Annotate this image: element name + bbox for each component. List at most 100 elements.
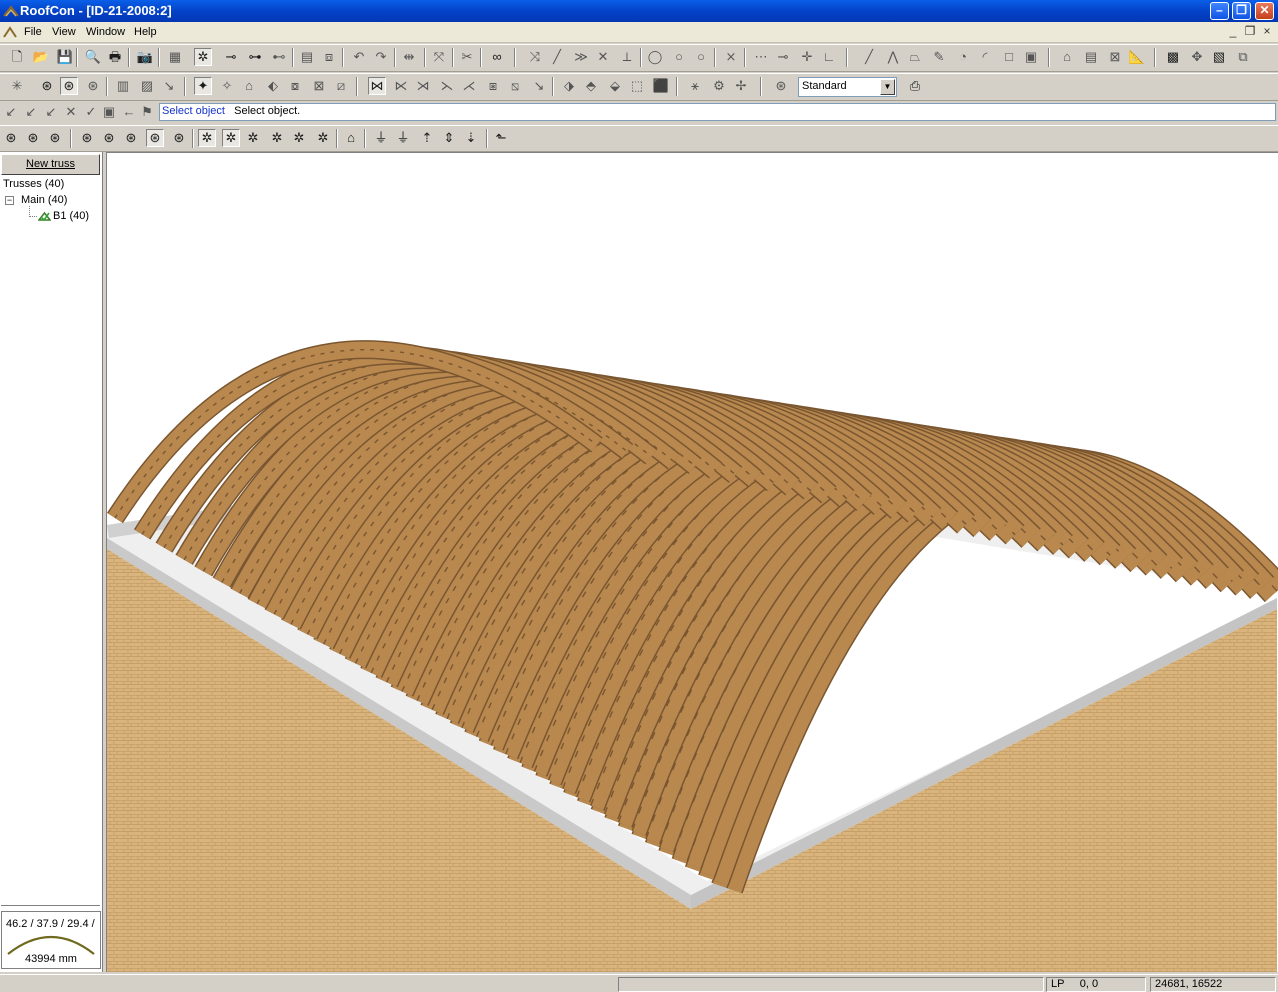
cmd-back-icon[interactable]: ← <box>120 103 138 121</box>
tree-group-main[interactable]: Main (40) <box>21 194 67 206</box>
member-move-icon[interactable]: ⋌ <box>460 77 478 95</box>
dropdown-arrow-icon[interactable]: ▼ <box>880 79 895 95</box>
view-front-icon[interactable]: ⊛ <box>2 129 20 147</box>
delete-member-icon[interactable]: ⨯ <box>722 48 740 66</box>
view-style-select[interactable]: Standard ▼ <box>798 77 897 97</box>
roof-truss-3d-scene[interactable] <box>107 153 1278 972</box>
plate-a-icon[interactable]: ⬗ <box>560 77 578 95</box>
key-settings-icon[interactable]: ⊶ <box>246 48 264 66</box>
new-file-icon[interactable]: 🗋 <box>8 48 26 66</box>
grid-table-icon[interactable]: ▦ <box>166 48 184 66</box>
ruler-icon[interactable]: 📐 <box>1128 48 1146 66</box>
mdi-restore-button[interactable]: ❐ <box>1243 25 1257 39</box>
view-iso-d-icon[interactable]: ⊛ <box>146 129 164 147</box>
mdi-minimize-button[interactable]: _ <box>1226 25 1240 39</box>
truss-list-icon[interactable]: ✥ <box>1188 48 1206 66</box>
house-icon[interactable]: ⌂ <box>1058 48 1076 66</box>
cmd-flag-icon[interactable]: ⚑ <box>138 103 156 121</box>
command-prompt[interactable]: Select object <box>162 105 225 117</box>
menu-window[interactable]: Window <box>86 26 125 38</box>
truss-copy-icon[interactable]: ⬖ <box>264 77 282 95</box>
plate-b-icon[interactable]: ⬘ <box>582 77 600 95</box>
menu-view[interactable]: View <box>52 26 76 38</box>
bracing-b-icon[interactable]: ⚙ <box>710 77 728 95</box>
print-icon[interactable]: 🖶 <box>106 48 124 66</box>
circle-outline-icon[interactable]: ○ <box>670 48 688 66</box>
panel-splitter[interactable] <box>1 905 100 908</box>
tree-collapse-icon[interactable]: − <box>5 196 14 205</box>
member-add-icon[interactable]: ⋉ <box>392 77 410 95</box>
roof-view-icon[interactable]: ⌂ <box>342 129 360 147</box>
maximize-button[interactable]: ❐ <box>1232 2 1251 20</box>
dimension-icon[interactable]: ⇹ <box>400 48 418 66</box>
open-folder-icon[interactable]: 📂 <box>32 48 50 66</box>
level-updown-icon[interactable]: ⇕ <box>440 129 458 147</box>
measure-icon[interactable]: ◔ <box>954 48 972 66</box>
rafter-icon[interactable]: ⟂ <box>618 48 636 66</box>
truss-add-icon[interactable]: ✧ <box>218 77 236 95</box>
menu-help[interactable]: Help <box>134 26 157 38</box>
cancel-box-icon[interactable]: ⊠ <box>1106 48 1124 66</box>
key-remove-icon[interactable]: ⊷ <box>270 48 288 66</box>
tree-leaf-b1[interactable]: B1 (40) <box>53 210 89 222</box>
truss-view-icon[interactable]: ✲ <box>194 48 212 66</box>
truss-delete-icon[interactable]: ⊠ <box>310 77 328 95</box>
member-line-icon[interactable]: ↘ <box>530 77 548 95</box>
truss-frame-icon[interactable]: ⧇ <box>286 77 304 95</box>
sheet-icon[interactable]: ▥ <box>114 77 132 95</box>
view-iso-c-icon[interactable]: ⊛ <box>122 129 140 147</box>
cmd-first-icon[interactable]: ↙ <box>2 103 20 121</box>
glasses-icon[interactable]: ∞ <box>488 48 506 66</box>
cmd-options-icon[interactable]: ▣ <box>100 103 118 121</box>
bracing-c-icon[interactable]: ✢ <box>732 77 750 95</box>
wand-icon[interactable]: ✳ <box>8 77 26 95</box>
view-side-icon[interactable]: ⊛ <box>24 129 42 147</box>
menu-file[interactable]: File <box>24 26 42 38</box>
mdi-close-button[interactable]: × <box>1260 25 1274 39</box>
line-icon[interactable]: ╱ <box>548 48 566 66</box>
view-iso-b-icon[interactable]: ⊛ <box>100 129 118 147</box>
view-top-icon[interactable]: ⊛ <box>46 129 64 147</box>
render-wire-icon[interactable]: ✲ <box>198 129 216 147</box>
arc-icon[interactable]: ◜ <box>976 48 994 66</box>
camera-icon[interactable]: 📷 <box>136 48 154 66</box>
truss-select-icon[interactable]: ✦ <box>194 77 212 95</box>
angle-icon[interactable]: ∟ <box>820 48 838 66</box>
plate-d-icon[interactable]: ⬚ <box>628 77 646 95</box>
scissors-icon[interactable]: ✂ <box>458 48 476 66</box>
edit-pencil-icon[interactable]: ✎ <box>930 48 948 66</box>
layers-icon[interactable]: ▤ <box>298 48 316 66</box>
close-button[interactable]: ✕ <box>1255 2 1274 20</box>
view-style-icon[interactable]: ⊛ <box>772 77 790 95</box>
circle-icon[interactable]: ◯ <box>646 48 664 66</box>
frame-icon[interactable]: ⧈ <box>320 48 338 66</box>
level-up-icon[interactable]: ⇡ <box>418 129 436 147</box>
level-down-icon[interactable]: ⇣ <box>462 129 480 147</box>
member-frame-icon[interactable]: ⧆ <box>484 77 502 95</box>
chain-icon[interactable]: ⋯ <box>752 48 770 66</box>
new-truss-button[interactable]: New truss <box>1 154 100 175</box>
rectangle-icon[interactable]: □ <box>1000 48 1018 66</box>
member-join-icon[interactable]: ⋋ <box>438 77 456 95</box>
render-members-icon[interactable]: ✲ <box>290 129 308 147</box>
calc-truss-icon[interactable]: ▩ <box>1164 48 1182 66</box>
node-cross-icon[interactable]: ✛ <box>798 48 816 66</box>
draw-line-icon[interactable]: ╱ <box>860 48 878 66</box>
command-line[interactable]: Select object Select object. <box>159 103 1276 121</box>
truss-b-icon[interactable]: ⊛ <box>60 77 78 95</box>
sheet-edit-icon[interactable]: ▨ <box>138 77 156 95</box>
cmd-next-icon[interactable]: ↙ <box>42 103 60 121</box>
render-plates-icon[interactable]: ✲ <box>268 129 286 147</box>
key-icon[interactable]: ⊸ <box>222 48 240 66</box>
bracing-a-icon[interactable]: ⚹ <box>686 77 704 95</box>
report-icon[interactable]: ▧ <box>1210 48 1228 66</box>
arrow-down-right-icon[interactable]: ↘ <box>160 77 178 95</box>
truss-c-icon[interactable]: ⊛ <box>84 77 102 95</box>
view-iso-a-icon[interactable]: ⊛ <box>78 129 96 147</box>
tree-root-trusses[interactable]: Trusses (40) <box>3 178 64 190</box>
move-member-icon[interactable]: ⤨ <box>526 48 544 66</box>
cmd-cancel-icon[interactable]: ✕ <box>62 103 80 121</box>
plate-c-icon[interactable]: ⬙ <box>606 77 624 95</box>
render-solid-icon[interactable]: ✲ <box>222 129 240 147</box>
double-line-icon[interactable]: ≫ <box>572 48 590 66</box>
